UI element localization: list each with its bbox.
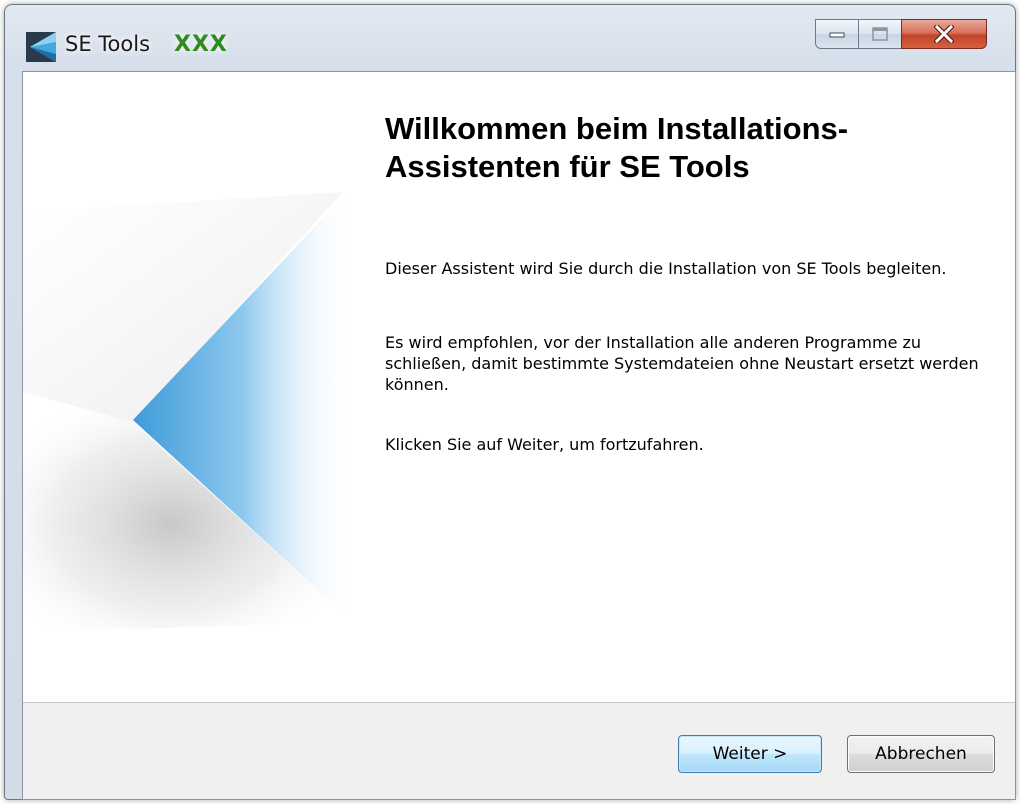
- intro-text: Dieser Assistent wird Sie durch die Inst…: [385, 259, 947, 278]
- window-title: SE Tools: [65, 32, 151, 56]
- minimize-button[interactable]: [815, 19, 859, 49]
- maximize-button[interactable]: [858, 19, 902, 49]
- continue-instruction-text: Klicken Sie auf Weiter, um fortzufahren.: [385, 435, 704, 454]
- wizard-content: Willkommen beim Installations-Assistente…: [22, 71, 1016, 800]
- close-icon: [934, 25, 954, 43]
- title-bar[interactable]: SE Tools XXX: [4, 4, 1016, 68]
- maximize-icon: [872, 27, 888, 41]
- close-button[interactable]: [901, 19, 987, 49]
- title-badge: XXX: [174, 32, 228, 57]
- welcome-banner-graphic: [23, 192, 353, 632]
- next-button[interactable]: Weiter >: [678, 735, 822, 773]
- se-tools-logo-icon: [26, 32, 56, 62]
- welcome-heading: Willkommen beim Installations-Assistente…: [385, 111, 849, 184]
- minimize-icon: [829, 32, 845, 38]
- button-bar: Weiter > Abbrechen: [23, 702, 1015, 799]
- cancel-button[interactable]: Abbrechen: [847, 735, 995, 773]
- installer-window: SE Tools XXX Willkommen beim Installatio…: [4, 4, 1016, 800]
- recommendation-text: Es wird empfohlen, vor der Installation …: [385, 333, 979, 394]
